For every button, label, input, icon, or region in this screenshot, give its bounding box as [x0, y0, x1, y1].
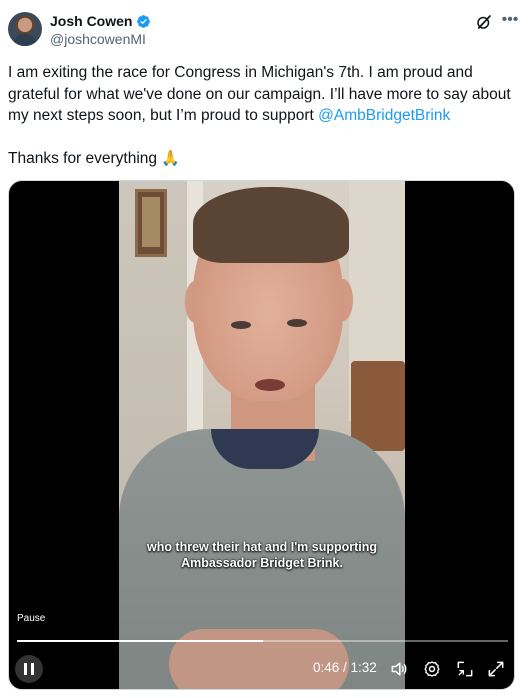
video-caption: who threw their hat and I'm supporting A…	[146, 540, 378, 570]
tweet-thanks: Thanks for everything 🙏	[8, 148, 180, 169]
time-display: 0:46 / 1:32	[313, 660, 377, 675]
pause-button[interactable]	[15, 655, 43, 683]
volume-icon[interactable]	[389, 659, 409, 679]
settings-icon[interactable]	[422, 659, 442, 679]
mention-link[interactable]: @AmbBridgetBrink	[318, 107, 450, 124]
pause-icon	[24, 663, 34, 675]
display-name[interactable]: Josh Cowen	[50, 13, 132, 29]
handle[interactable]: @joshcowenMI	[50, 31, 146, 47]
progress-fill	[17, 640, 263, 642]
fullscreen-icon[interactable]	[486, 659, 506, 679]
eye-right	[287, 319, 307, 327]
progress-bar[interactable]	[17, 640, 508, 642]
more-icon[interactable]: •••	[500, 12, 520, 32]
name-row: Josh Cowen	[50, 13, 151, 29]
chair	[351, 361, 405, 451]
grok-icon[interactable]	[475, 13, 493, 31]
verified-badge-icon	[137, 14, 151, 28]
avatar[interactable]	[8, 12, 42, 46]
tweet-text: I am exiting the race for Congress in Mi…	[8, 62, 521, 127]
thanks-text: Thanks for everything	[8, 150, 158, 167]
minimize-icon[interactable]	[455, 659, 475, 679]
pause-tooltip: Pause	[17, 613, 46, 624]
video-frame[interactable]	[119, 181, 405, 689]
folded-hands-emoji-icon: 🙏	[161, 150, 180, 167]
hair	[193, 187, 349, 263]
mouth	[255, 379, 285, 391]
tweet-header: Josh Cowen @joshcowenMI •••	[8, 10, 521, 54]
eye-left	[231, 321, 251, 329]
video-player[interactable]: who threw their hat and I'm supporting A…	[8, 180, 515, 690]
wall-picture	[135, 189, 167, 257]
